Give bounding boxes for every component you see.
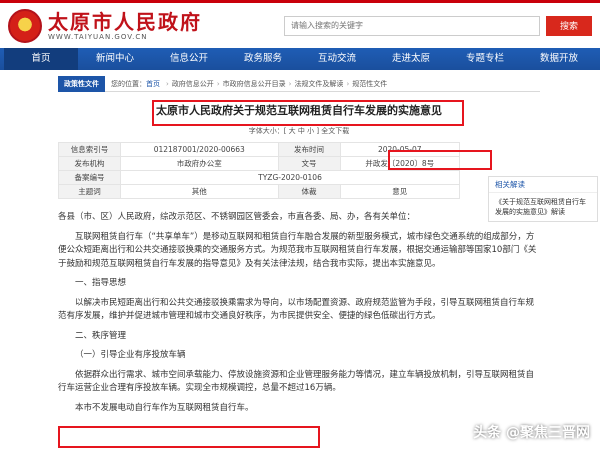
meta-label: 体裁: [277, 184, 341, 199]
article-body: 各县（市、区）人民政府，综改示范区、不锈钢园区管委会，市直各委、局、办，各有关单…: [58, 211, 538, 415]
section-heading: 二、秩序管理: [75, 330, 127, 341]
font-size-controls[interactable]: 字体大小：[ 大 中 小 ] 全文下载: [58, 126, 540, 136]
search-button[interactable]: 搜索: [546, 15, 592, 36]
site-logo[interactable]: 太原市人民政府 WWW.TAIYUAN.GOV.CN: [48, 11, 202, 41]
nav-open-data[interactable]: 数据开放: [522, 48, 596, 70]
national-emblem-icon: [8, 8, 42, 43]
breadcrumb-item-normative[interactable]: 规范性文件: [352, 79, 387, 89]
related-interpretation-header: 相关解读: [489, 177, 597, 193]
meta-label: 信息索引号: [58, 142, 121, 157]
meta-value: 012187001/2020-00663: [120, 142, 279, 157]
paragraph: 依据群众出行需求、城市空间承载能力、停放设施资源和企业管理服务能力等情况，建立车…: [58, 369, 535, 394]
site-header: 太原市人民政府 WWW.TAIYUAN.GOV.CN 搜索: [0, 0, 600, 48]
title-highlight-box: [152, 100, 464, 126]
logo-english: WWW.TAIYUAN.GOV.CN: [48, 32, 148, 41]
related-interpretation-link[interactable]: 《关于规范互联网租赁自行车发展的实施意见》解读: [489, 193, 597, 221]
breadcrumb-home[interactable]: 首页: [146, 79, 160, 89]
meta-value: 其他: [120, 184, 279, 199]
search-box: 搜索: [284, 15, 592, 36]
paragraph: 互联网租赁自行车（“共享单车”）是移动互联网和租赁自行车融合发展的新型服务模式，…: [58, 231, 537, 269]
breadcrumb-separator: ›: [346, 79, 350, 88]
meta-value: TYZG-2020-0106: [120, 170, 460, 185]
related-interpretation-panel: 相关解读 《关于规范互联网租赁自行车发展的实施意见》解读: [488, 176, 598, 222]
meta-label: 主题词: [58, 184, 121, 199]
meta-label: 文号: [277, 156, 341, 171]
main-nav: 首页 新闻中心 信息公开 政务服务 互动交流 走进太原 专题专栏 数据开放: [0, 48, 600, 70]
watermark: 头条 @聚焦三晋网: [473, 425, 590, 441]
date-highlight-box: [388, 150, 492, 170]
meta-label: 发布机构: [58, 156, 121, 171]
meta-value: 市政府办公室: [120, 156, 279, 171]
table-row: 备案编号 TYZG-2020-0106: [58, 170, 460, 185]
breadcrumb-prefix: 您的位置：: [111, 79, 146, 88]
nav-gov-services[interactable]: 政务服务: [226, 48, 300, 70]
nav-about-taiyuan[interactable]: 走进太原: [374, 48, 448, 70]
breadcrumb-separator: ›: [288, 79, 292, 88]
article: 太原市人民政府关于规范互联网租赁自行车发展的实施意见 字体大小：[ 大 中 小 …: [58, 102, 540, 415]
meta-label: 备案编号: [58, 170, 121, 185]
nav-special-topics[interactable]: 专题专栏: [448, 48, 522, 70]
paragraph-highlight-box: [58, 426, 320, 448]
breadcrumb: 政策性文件 您的位置： 首页 › 政府信息公开 › 市政府信息公开目录 › 法规…: [58, 75, 540, 92]
nav-interaction[interactable]: 互动交流: [300, 48, 374, 70]
breadcrumb-separator: ›: [166, 79, 169, 88]
breadcrumb-item-catalog[interactable]: 市政府信息公开目录: [223, 79, 286, 89]
nav-info-disclosure[interactable]: 信息公开: [152, 48, 226, 70]
paragraph: 以解决市民短距离出行和公共交通接驳换乘需求为导向，以市场配置资源、政府规范监管为…: [58, 297, 535, 322]
nav-news[interactable]: 新闻中心: [78, 48, 152, 70]
breadcrumb-item-disclosure[interactable]: 政府信息公开: [172, 79, 214, 89]
meta-label: 发布时间: [277, 142, 341, 157]
section-tag: 政策性文件: [58, 75, 105, 92]
search-input[interactable]: [284, 15, 540, 36]
subsection-heading: （一）引导企业有序投放车辆: [75, 350, 186, 360]
breadcrumb-item-regulations[interactable]: 法规文件及解读: [294, 79, 343, 89]
table-row: 主题词 其他 体裁 意见: [58, 184, 461, 199]
paragraph: 本市不发展电动自行车作为互联网租赁自行车。: [75, 402, 254, 413]
breadcrumb-separator: ›: [216, 79, 220, 88]
section-heading: 一、指导思想: [75, 278, 127, 288]
nav-home[interactable]: 首页: [4, 48, 78, 70]
meta-value: 意见: [339, 184, 461, 199]
logo-chinese: 太原市人民政府: [48, 9, 202, 34]
salutation: 各县（市、区）人民政府，综改示范区、不锈钢园区管委会，市直各委、局、办，各有关单…: [58, 212, 416, 222]
